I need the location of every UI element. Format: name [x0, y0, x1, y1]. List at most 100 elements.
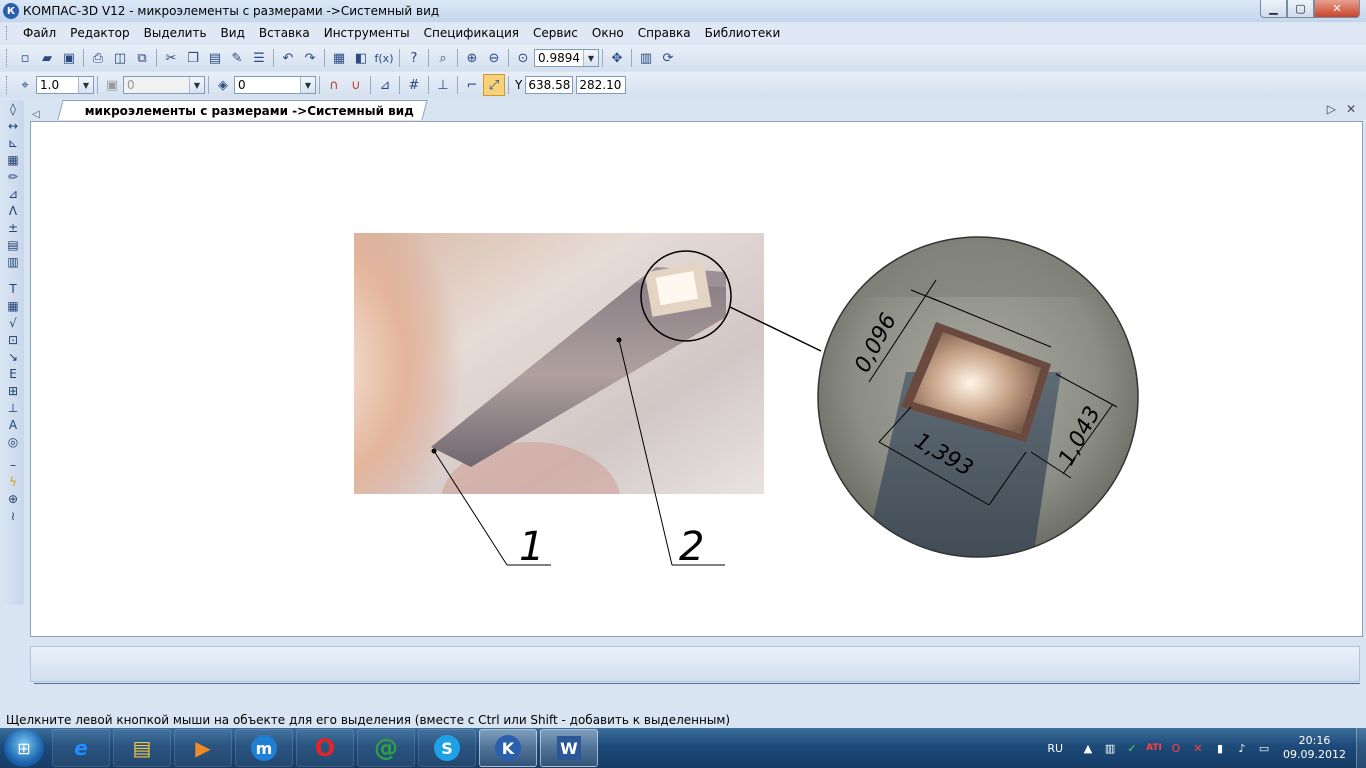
- section-icon[interactable]: ⊥: [2, 399, 24, 416]
- show-desktop-button[interactable]: [1356, 728, 1366, 768]
- taskbar-word[interactable]: W: [540, 729, 598, 767]
- axis-icon[interactable]: –: [2, 456, 24, 473]
- menu-help[interactable]: Справка: [631, 26, 698, 40]
- base-icon[interactable]: ⊡: [2, 331, 24, 348]
- parametric-mode-icon[interactable]: ⤢: [483, 74, 505, 96]
- menu-editor[interactable]: Редактор: [63, 26, 136, 40]
- table-icon[interactable]: ▦: [2, 297, 24, 314]
- roughness-icon[interactable]: √: [2, 314, 24, 331]
- view-arrow-icon[interactable]: A: [2, 416, 24, 433]
- tab-close-icon[interactable]: ✕: [1346, 102, 1356, 116]
- zoom-scale-combo[interactable]: 0.9894 ▼: [534, 49, 599, 67]
- chevron-down-icon[interactable]: ▼: [300, 77, 315, 93]
- library-icon[interactable]: ◧: [350, 47, 372, 69]
- layer-combo[interactable]: 0 ▼: [234, 76, 316, 94]
- zoom-window-icon[interactable]: ⌕: [432, 47, 454, 69]
- taskbar-media-player[interactable]: ▶: [174, 729, 232, 767]
- open-file-icon[interactable]: ▰: [36, 47, 58, 69]
- zoom-in-icon[interactable]: ⊕: [461, 47, 483, 69]
- geometry-icon[interactable]: ◊: [2, 100, 24, 117]
- mark-icon[interactable]: ◎: [2, 433, 24, 450]
- local-snap-icon[interactable]: ∪: [345, 74, 367, 96]
- local-cs-icon[interactable]: ⊥: [432, 74, 454, 96]
- chevron-down-icon[interactable]: ▼: [583, 50, 598, 66]
- menu-select[interactable]: Выделить: [137, 26, 214, 40]
- coord-y-field[interactable]: 282.10: [576, 76, 627, 94]
- volume-icon[interactable]: ♪: [1234, 740, 1250, 756]
- menu-insert[interactable]: Вставка: [252, 26, 317, 40]
- help-pointer-icon[interactable]: ?: [403, 47, 425, 69]
- clock[interactable]: 20:16 09.09.2012: [1283, 734, 1346, 762]
- layer-icon[interactable]: ◈: [212, 74, 234, 96]
- language-indicator[interactable]: RU: [1047, 742, 1063, 755]
- leader-icon[interactable]: ↘: [2, 348, 24, 365]
- ati-icon[interactable]: ATI: [1146, 740, 1162, 756]
- tab-scroll-right-icon[interactable]: ▷: [1327, 102, 1336, 116]
- redo-icon[interactable]: ↷: [299, 47, 321, 69]
- taskbar-mail-agent[interactable]: @: [357, 729, 415, 767]
- menu-file[interactable]: Файл: [16, 26, 63, 40]
- menu-service[interactable]: Сервис: [526, 26, 585, 40]
- zoom-scale-icon[interactable]: ⊙: [512, 47, 534, 69]
- maximize-button[interactable]: ▢: [1287, 0, 1314, 18]
- brush-icon[interactable]: ✎: [226, 47, 248, 69]
- ortho-icon[interactable]: ⊿: [374, 74, 396, 96]
- properties-icon[interactable]: ☰: [248, 47, 270, 69]
- flag-error-icon[interactable]: ✕: [1190, 740, 1206, 756]
- close-button[interactable]: ✕: [1314, 0, 1360, 18]
- copy-format-icon[interactable]: ⧉: [131, 47, 153, 69]
- taskbar-explorer[interactable]: ▤: [113, 729, 171, 767]
- undo-icon[interactable]: ↶: [277, 47, 299, 69]
- menu-window[interactable]: Окно: [585, 26, 631, 40]
- wave-line-icon[interactable]: ≀: [2, 507, 24, 524]
- ortho-mode-icon[interactable]: ⌐: [461, 74, 483, 96]
- zoom-out-icon[interactable]: ⊖: [483, 47, 505, 69]
- edit-icon[interactable]: ▦: [2, 151, 24, 168]
- parametrize-icon[interactable]: ✏: [2, 168, 24, 185]
- select-icon[interactable]: Λ: [2, 202, 24, 219]
- position-icon[interactable]: E: [2, 365, 24, 382]
- cursor-step-icon[interactable]: ⌖: [14, 74, 36, 96]
- print-icon[interactable]: ⎙: [87, 47, 109, 69]
- new-file-icon[interactable]: ▫: [14, 47, 36, 69]
- tolerance-icon[interactable]: ⊞: [2, 382, 24, 399]
- dimensions-icon[interactable]: ↔: [2, 117, 24, 134]
- snap-magnet-icon[interactable]: ∩: [323, 74, 345, 96]
- drawing-canvas[interactable]: 0,096 1,393 1,043 1 2: [30, 121, 1363, 637]
- opera-tray-icon[interactable]: O: [1168, 740, 1184, 756]
- minimize-button[interactable]: ▁: [1260, 0, 1287, 18]
- manager-icon[interactable]: ▦: [328, 47, 350, 69]
- refresh-icon[interactable]: ⟳: [657, 47, 679, 69]
- copy-icon[interactable]: ❐: [182, 47, 204, 69]
- save-icon[interactable]: ▣: [58, 47, 80, 69]
- reports-icon[interactable]: ▥: [2, 253, 24, 270]
- taskbar-skype[interactable]: S: [418, 729, 476, 767]
- spec-icon[interactable]: ▤: [2, 236, 24, 253]
- pan-icon[interactable]: ✥: [606, 47, 628, 69]
- text-icon[interactable]: T: [2, 280, 24, 297]
- tab-scroll-left-icon[interactable]: ◁: [32, 109, 46, 120]
- chevron-down-icon[interactable]: ▼: [78, 77, 93, 93]
- shield-check-icon[interactable]: ✓: [1124, 740, 1140, 756]
- taskbar-kompas[interactable]: K: [479, 729, 537, 767]
- menu-specification[interactable]: Спецификация: [417, 26, 526, 40]
- menu-tools[interactable]: Инструменты: [317, 26, 417, 40]
- center-mark-icon[interactable]: ⊕: [2, 490, 24, 507]
- start-button[interactable]: ⊞: [4, 729, 44, 767]
- taskbar-maxthon[interactable]: m: [235, 729, 293, 767]
- paste-icon[interactable]: ▤: [204, 47, 226, 69]
- taskbar-opera[interactable]: O: [296, 729, 354, 767]
- device-icon[interactable]: ▮: [1212, 740, 1228, 756]
- lightning-icon[interactable]: ϟ: [2, 473, 24, 490]
- designations-icon[interactable]: ⊾: [2, 134, 24, 151]
- cursor-step-combo[interactable]: 1.0 ▼: [36, 76, 94, 94]
- menu-grip[interactable]: [6, 26, 10, 40]
- menu-view[interactable]: Вид: [214, 26, 252, 40]
- taskbar-ie[interactable]: e: [52, 729, 110, 767]
- preview-icon[interactable]: ◫: [109, 47, 131, 69]
- rebuild-icon[interactable]: ▥: [635, 47, 657, 69]
- menu-libraries[interactable]: Библиотеки: [698, 26, 788, 40]
- tab-document[interactable]: микроэлементы с размерами ->Системный ви…: [57, 100, 428, 120]
- variables-fx-button[interactable]: f(x): [372, 47, 396, 69]
- toolbar-grip[interactable]: [6, 49, 10, 67]
